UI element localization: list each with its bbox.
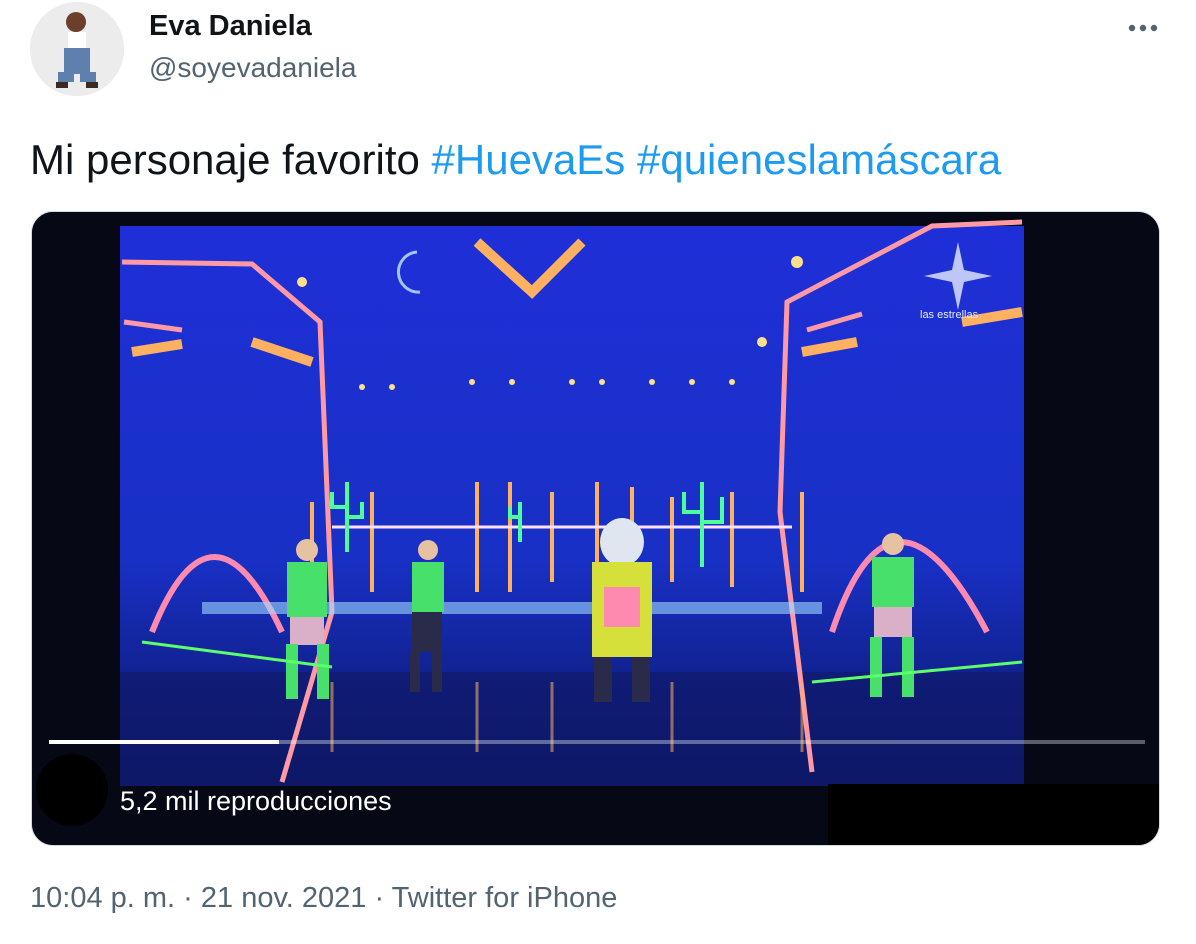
avatar[interactable] (30, 2, 124, 96)
more-options-button[interactable] (1126, 14, 1162, 42)
video-progress-bar[interactable] (49, 740, 1145, 744)
hashtag-link[interactable]: #HuevaEs (432, 136, 626, 183)
meta-separator: · (175, 882, 201, 914)
tweet-text: Mi personaje favorito #HuevaEs #quienesl… (30, 136, 1001, 184)
more-horizontal-icon (1128, 24, 1158, 32)
tweet-date[interactable]: 21 nov. 2021 (201, 882, 367, 914)
play-control[interactable] (36, 754, 108, 826)
channel-watermark: las estrellas (920, 309, 979, 321)
author-handle[interactable]: @soyevadaniela (149, 52, 356, 84)
video-frame: las estrellas (32, 212, 1159, 845)
tweet-metadata: 10:04 p. m. · 21 nov. 2021 · Twitter for… (30, 882, 617, 915)
author-display-name[interactable]: Eva Daniela (149, 10, 312, 43)
hashtag-link[interactable]: #quieneslamáscara (637, 136, 1001, 183)
view-count: 5,2 mil reproducciones (120, 786, 392, 816)
tweet-source[interactable]: Twitter for iPhone (392, 882, 618, 914)
tweet-body: Mi personaje favorito (30, 136, 420, 183)
meta-separator: · (366, 882, 392, 914)
video-controls-overlay (828, 784, 1159, 845)
video-player[interactable]: las estrellas 5,2 mil reproducciones (31, 211, 1160, 846)
tweet-time[interactable]: 10:04 p. m. (30, 882, 175, 914)
avatar-image (30, 2, 124, 96)
video-progress-fill (49, 740, 280, 744)
